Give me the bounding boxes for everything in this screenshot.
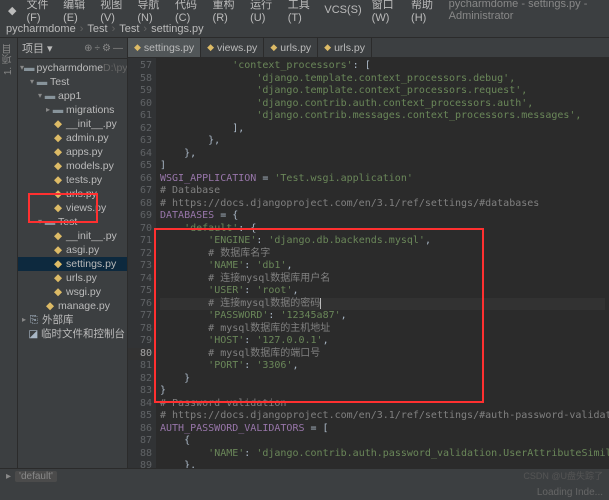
editor-tab[interactable]: ◆urls.py [264, 38, 318, 57]
tree-item[interactable]: ◆urls.py [18, 187, 127, 201]
tree-item[interactable]: ◆models.py [18, 159, 127, 173]
menu-item[interactable]: VCS(S) [320, 4, 365, 16]
editor-tab[interactable]: ◆views.py [201, 38, 264, 57]
breadcrumb-part[interactable]: pycharmdome [6, 23, 76, 35]
tree-item[interactable]: ◆settings.py [18, 257, 127, 271]
tree-item[interactable]: ▸▬migrations [18, 103, 127, 117]
breadcrumb-part[interactable]: Test [119, 23, 139, 35]
python-icon: ◆ [134, 42, 141, 53]
menu-item[interactable]: 导航(N) [133, 0, 169, 24]
panel-header-icon[interactable]: ⊕ [84, 43, 92, 54]
tree-item[interactable]: ◆tests.py [18, 173, 127, 187]
tree-item[interactable]: ▾▬Test [18, 215, 127, 229]
menu-item[interactable]: 重构(R) [209, 0, 245, 24]
python-icon: ◆ [270, 42, 277, 53]
editor-tabs[interactable]: ◆settings.py◆views.py◆urls.py◆urls.py [128, 38, 609, 58]
project-panel-title[interactable]: 项目 ▾ [22, 40, 53, 56]
menu-item[interactable]: 工具(T) [284, 0, 319, 24]
tree-item[interactable]: ◆__init__.py [18, 117, 127, 131]
tree-item[interactable]: ◪临时文件和控制台 [18, 327, 127, 341]
editor-tab[interactable]: ◆urls.py [318, 38, 372, 57]
tree-item[interactable]: ◆admin.py [18, 131, 127, 145]
tree-item[interactable]: ◆urls.py [18, 271, 127, 285]
tree-item[interactable]: ▾▬pycharmdome D:\pycharmdome [18, 61, 127, 75]
panel-header-icon[interactable]: ⚙ [102, 43, 111, 54]
left-tool-strip[interactable]: 1. 项目 [0, 38, 18, 468]
tree-item[interactable]: ▾▬app1 [18, 89, 127, 103]
menu-item[interactable]: 文件(F) [22, 0, 57, 24]
menu-item[interactable]: 帮助(H) [407, 0, 443, 24]
menu-item[interactable]: 代码(C) [171, 0, 207, 24]
tree-item[interactable]: ▸⎘外部库 [18, 313, 127, 327]
watermark: CSDN @U盘失踪了 [523, 469, 603, 482]
tree-item[interactable]: ◆wsgi.py [18, 285, 127, 299]
tree-item[interactable]: ▾▬Test [18, 75, 127, 89]
gutter: 5758596061626364656667686970717273747576… [128, 58, 156, 468]
tree-item[interactable]: ◆apps.py [18, 145, 127, 159]
python-icon: ◆ [324, 42, 331, 53]
menu-item[interactable]: 编辑(E) [59, 0, 94, 24]
code-editor[interactable]: 5758596061626364656667686970717273747576… [128, 58, 609, 468]
project-tree[interactable]: ▾▬pycharmdome D:\pycharmdome▾▬Test▾▬app1… [18, 59, 127, 343]
menu-item[interactable]: 窗口(W) [368, 0, 405, 24]
menu-item[interactable]: 视图(V) [96, 0, 131, 24]
editor-tab[interactable]: ◆settings.py [128, 38, 201, 57]
project-sidebar: 项目 ▾ ⊕÷⚙— ▾▬pycharmdome D:\pycharmdome▾▬… [18, 38, 128, 468]
code-content[interactable]: 'context_processors': [ 'django.template… [156, 58, 609, 468]
panel-header-icon[interactable]: ÷ [95, 43, 101, 54]
window-title: pycharmdome - settings.py - Administrato… [445, 0, 605, 22]
menu-item[interactable]: 运行(U) [246, 0, 282, 24]
app-icon: ◆ [4, 4, 20, 17]
tree-item[interactable]: ◆views.py [18, 201, 127, 215]
tree-item[interactable]: ◆manage.py [18, 299, 127, 313]
panel-header-icon[interactable]: — [113, 43, 123, 54]
editor-breadcrumb: ▸'default' [0, 468, 609, 484]
project-tool-button[interactable]: 1. 项目 [1, 42, 16, 77]
python-icon: ◆ [207, 42, 214, 53]
breadcrumb-part[interactable]: settings.py [151, 23, 204, 35]
tree-item[interactable]: ◆__init__.py [18, 229, 127, 243]
tree-item[interactable]: ◆asgi.py [18, 243, 127, 257]
breadcrumb-part[interactable]: Test [87, 23, 107, 35]
menu-bar: ◆ 文件(F)编辑(E)视图(V)导航(N)代码(C)重构(R)运行(U)工具(… [0, 0, 609, 20]
status-bar: Loading Inde... [0, 484, 609, 500]
